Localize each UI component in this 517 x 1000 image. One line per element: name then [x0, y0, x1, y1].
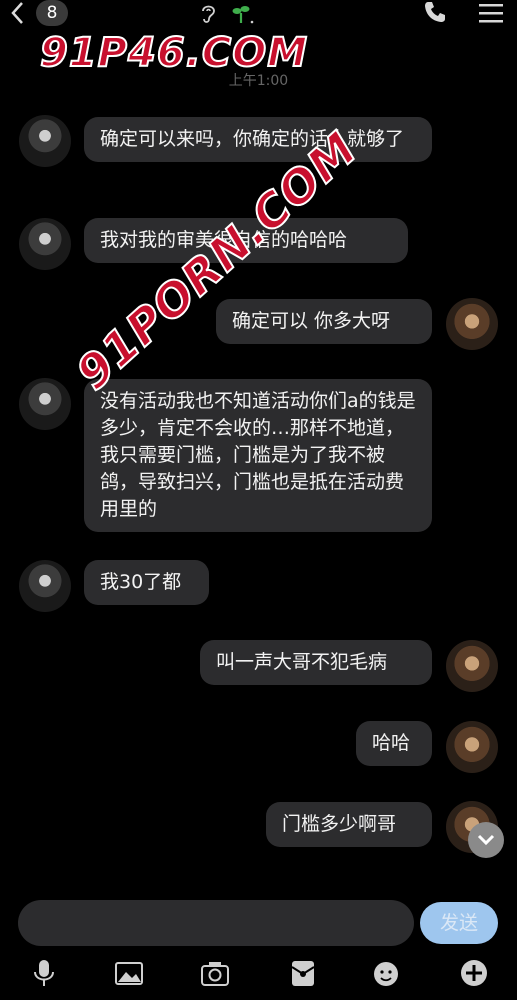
unread-badge[interactable]: 8	[36, 0, 68, 26]
user-avatar[interactable]	[446, 298, 498, 350]
send-button[interactable]: 发送	[420, 902, 498, 944]
incoming-message-bubble[interactable]: 我30了都	[84, 560, 209, 605]
contact-avatar[interactable]	[19, 378, 71, 430]
emoji-icon[interactable]	[372, 958, 402, 988]
incoming-message-bubble[interactable]: 没有活动我也不知道活动你们a的钱是多少，肯定不会收的…那样不地道，我只需要门槛，…	[84, 379, 432, 532]
plus-icon[interactable]	[459, 958, 489, 988]
outgoing-message-bubble[interactable]: 门槛多少啊哥	[266, 802, 432, 847]
chevron-down-icon	[477, 834, 495, 846]
menu-icon[interactable]	[478, 2, 504, 24]
outgoing-message-bubble[interactable]: 哈哈	[356, 721, 432, 766]
incoming-message-bubble[interactable]: 确定可以来吗，你确定的话人就够了	[84, 117, 432, 162]
user-avatar[interactable]	[446, 640, 498, 692]
message-input[interactable]	[18, 900, 414, 946]
scroll-to-bottom-button[interactable]	[468, 822, 504, 858]
sprout-icon	[232, 6, 254, 24]
red-packet-icon[interactable]	[288, 958, 318, 988]
chat-header: 8	[0, 0, 517, 30]
back-icon[interactable]	[8, 0, 28, 26]
image-icon[interactable]	[114, 958, 144, 988]
mic-icon[interactable]	[29, 958, 59, 988]
earpiece-icon[interactable]	[199, 2, 217, 24]
message-timestamp: 上午1:00	[228, 73, 289, 89]
phone-icon[interactable]	[423, 0, 447, 24]
contact-avatar[interactable]	[19, 560, 71, 612]
contact-avatar[interactable]	[19, 218, 71, 270]
user-avatar[interactable]	[446, 721, 498, 773]
outgoing-message-bubble[interactable]: 确定可以 你多大呀	[216, 299, 432, 344]
camera-icon[interactable]	[200, 958, 230, 988]
contact-avatar[interactable]	[19, 115, 71, 167]
incoming-message-bubble[interactable]: 我对我的审美很自信的哈哈哈	[84, 218, 408, 263]
outgoing-message-bubble[interactable]: 叫一声大哥不犯毛病	[200, 640, 432, 685]
